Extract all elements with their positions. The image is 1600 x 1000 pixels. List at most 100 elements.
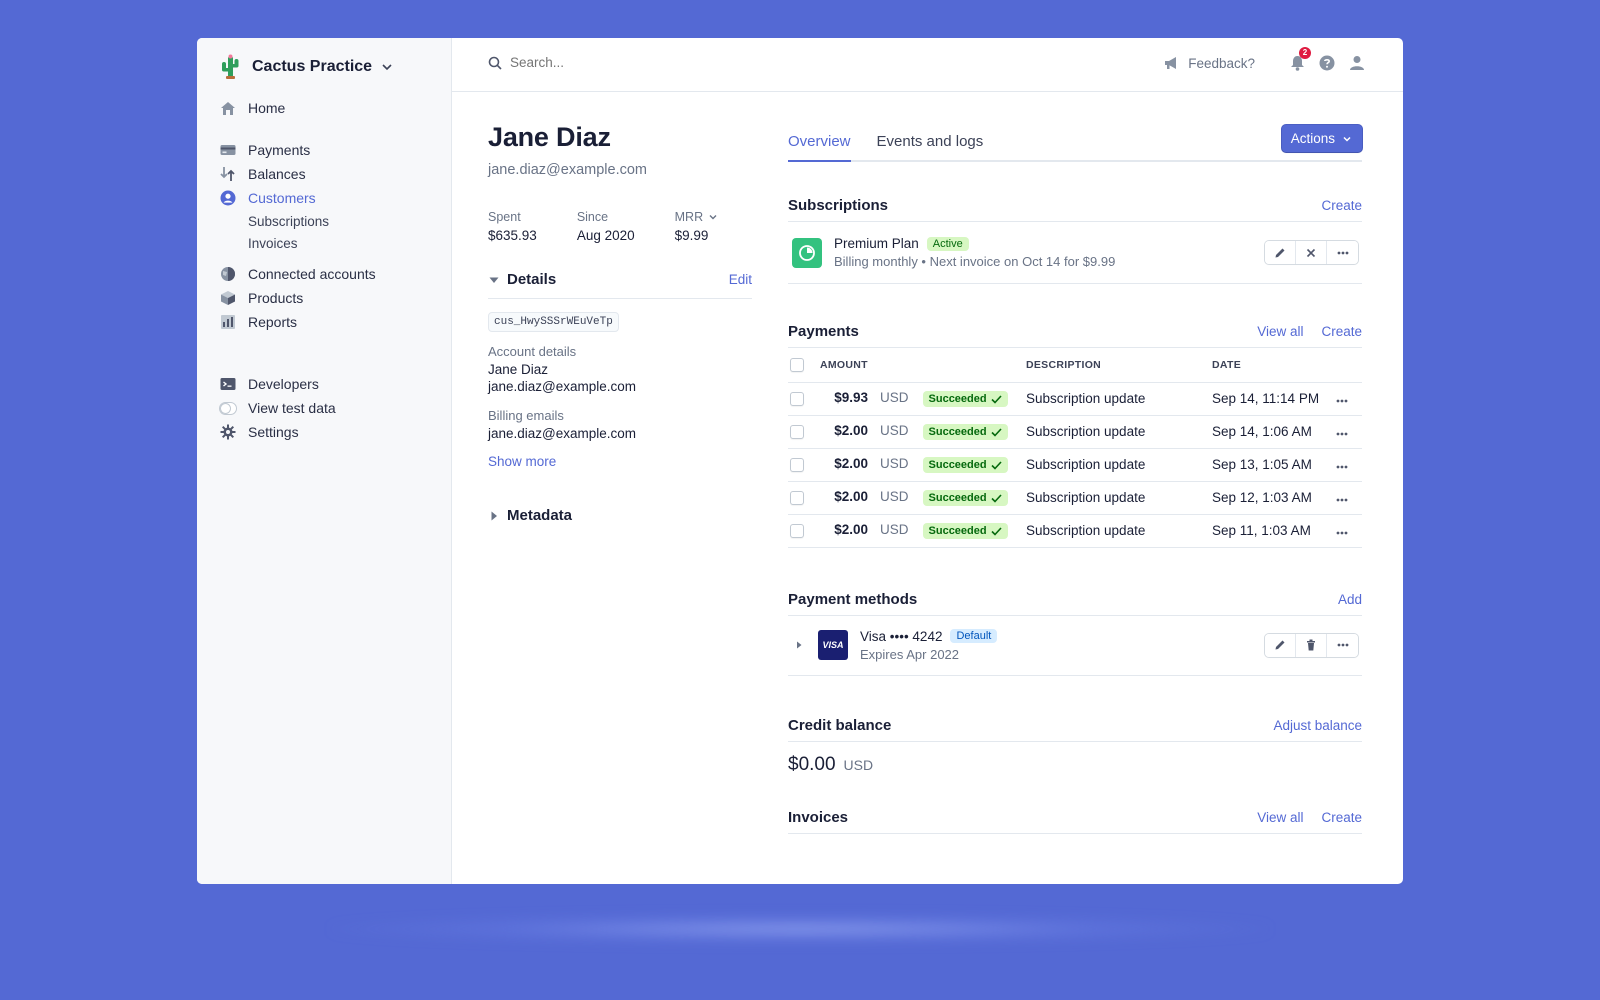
visa-card-logo-text: VISA (822, 640, 844, 650)
toggle-icon[interactable] (219, 400, 237, 416)
sidebar-item-home[interactable]: Home (219, 96, 439, 120)
close-icon (1306, 248, 1316, 257)
sidebar-item-connected-accounts[interactable]: Connected accounts (219, 262, 439, 286)
billing-emails-label: Billing emails (488, 408, 564, 423)
account-switcher[interactable]: Cactus Practice (219, 54, 393, 80)
payments-header: Payments View all Create (788, 316, 1362, 348)
payment-currency: USD (880, 423, 909, 438)
row-checkbox[interactable] (790, 425, 804, 440)
status-badge: Active (926, 236, 969, 251)
payment-amount: $2.00 (834, 522, 868, 537)
main-content: Feedback? 2 Jane Diaz jane.diaz@example.… (452, 38, 1403, 884)
sidebar-item-customers[interactable]: Customers (219, 186, 439, 210)
search-bar[interactable] (488, 55, 810, 70)
credit-balance-section: Credit balance Adjust balance $0.00 USD (788, 710, 1362, 776)
payment-method-row[interactable]: VISA Visa •••• 4242 Default Expires Apr … (788, 616, 1362, 676)
create-invoice-link[interactable]: Create (1321, 810, 1362, 825)
table-row[interactable]: $2.00 USD Succeeded Subscription update Sep … (788, 448, 1362, 482)
account-name: Cactus Practice (252, 58, 373, 75)
payment-currency: USD (880, 522, 909, 537)
edit-details-link[interactable]: Edit (729, 272, 752, 287)
more-icon (1336, 399, 1348, 403)
notifications-button[interactable]: 2 (1287, 47, 1311, 73)
subscription-row[interactable]: Premium Plan Active Billing monthly • Ne… (788, 222, 1362, 284)
credit-balance-header: Credit balance Adjust balance (788, 710, 1362, 742)
row-more-button[interactable] (1332, 399, 1352, 403)
delete-payment-method-button[interactable] (1296, 633, 1327, 657)
sidebar: Cactus Practice Home Payments Balances C… (197, 38, 452, 884)
sidebar-item-balances[interactable]: Balances (219, 162, 439, 186)
row-checkbox[interactable] (790, 458, 804, 473)
invoices-section: Invoices View all Create (788, 802, 1362, 834)
metadata-toggle[interactable]: Metadata (488, 507, 752, 524)
adjust-balance-link[interactable]: Adjust balance (1273, 718, 1362, 733)
actions-label: Actions (1290, 131, 1335, 146)
visa-card-icon: VISA (818, 630, 848, 660)
row-more-button[interactable] (1332, 531, 1352, 535)
table-row[interactable]: $2.00 USD Succeeded Subscription update Sep … (788, 481, 1362, 515)
view-all-payments-link[interactable]: View all (1257, 324, 1303, 339)
stat-mrr[interactable]: MRR $9.99 (675, 210, 718, 243)
table-row[interactable]: $2.00 USD Succeeded Subscription update Sep … (788, 514, 1362, 548)
row-checkbox[interactable] (790, 392, 804, 407)
customer-id[interactable]: cus_HwySSSrWEuVeTp (488, 312, 619, 332)
account-email: jane.diaz@example.com (488, 379, 637, 394)
help-button[interactable] (1317, 53, 1337, 73)
sidebar-item-developers[interactable]: Developers (219, 372, 439, 396)
create-payment-link[interactable]: Create (1321, 324, 1362, 339)
more-subscription-actions-button[interactable] (1327, 241, 1358, 264)
row-more-button[interactable] (1332, 498, 1352, 502)
cancel-subscription-button[interactable] (1296, 241, 1327, 264)
sidebar-item-invoices[interactable]: Invoices (219, 232, 439, 254)
table-row[interactable]: $2.00 USD Succeeded Subscription update Sep … (788, 415, 1362, 449)
stat-value: $9.99 (674, 228, 709, 243)
show-more-link[interactable]: Show more (488, 454, 556, 469)
caret-right-icon[interactable] (794, 640, 804, 650)
sidebar-item-reports[interactable]: Reports (219, 310, 439, 334)
payment-currency: USD (880, 489, 909, 504)
row-checkbox[interactable] (790, 491, 804, 506)
payment-date: Sep 14, 1:06 AM (1212, 415, 1332, 449)
trash-icon (1307, 639, 1315, 651)
sidebar-item-settings[interactable]: Settings (219, 420, 439, 444)
tab-events-and-logs[interactable]: Events and logs (877, 133, 984, 160)
more-icon (1336, 498, 1348, 502)
pencil-icon (1275, 248, 1285, 257)
create-subscription-link[interactable]: Create (1321, 198, 1362, 213)
account-button[interactable] (1347, 53, 1367, 73)
payment-currency: USD (880, 456, 909, 471)
tab-bar: Overview Events and logs Actions (788, 122, 1362, 162)
plan-billing-detail: Billing monthly • Next invoice on Oct 14… (834, 254, 1116, 269)
details-toggle[interactable]: Details (488, 271, 556, 288)
search-input[interactable] (510, 55, 810, 70)
search-icon (488, 56, 502, 70)
sidebar-item-label: Home (248, 100, 286, 116)
sidebar-item-label: Connected accounts (248, 266, 376, 282)
edit-payment-method-button[interactable] (1265, 633, 1296, 657)
actions-button[interactable]: Actions (1281, 125, 1362, 152)
feedback-button[interactable]: Feedback? (1164, 56, 1255, 71)
select-all-checkbox[interactable] (790, 357, 804, 372)
row-more-button[interactable] (1332, 465, 1352, 469)
payment-description: Subscription update (1026, 415, 1212, 449)
row-checkbox[interactable] (790, 524, 804, 539)
view-all-invoices-link[interactable]: View all (1257, 810, 1303, 825)
edit-subscription-button[interactable] (1265, 241, 1296, 264)
status-badge: Succeeded (922, 457, 1008, 473)
caret-down-icon (489, 277, 499, 283)
sidebar-item-products[interactable]: Products (219, 286, 439, 310)
more-payment-method-actions-button[interactable] (1327, 633, 1358, 657)
globe-icon (219, 266, 237, 282)
sidebar-item-subscriptions[interactable]: Subscriptions (219, 210, 439, 232)
sidebar-item-view-test-data[interactable]: View test data (219, 396, 439, 420)
plan-name: Premium Plan (834, 236, 919, 251)
tab-overview[interactable]: Overview (788, 133, 851, 162)
top-bar-actions: Feedback? 2 (1164, 47, 1367, 73)
sidebar-item-payments[interactable]: Payments (219, 138, 439, 162)
table-row[interactable]: $9.93 USD Succeeded Subscription update Sep … (788, 382, 1362, 416)
row-more-button[interactable] (1332, 432, 1352, 436)
notification-count-badge: 2 (1299, 47, 1311, 59)
stat-spent: Spent $635.93 (488, 210, 537, 243)
add-payment-method-link[interactable]: Add (1338, 592, 1362, 607)
credit-balance-value: $0.00 USD (788, 754, 1362, 776)
